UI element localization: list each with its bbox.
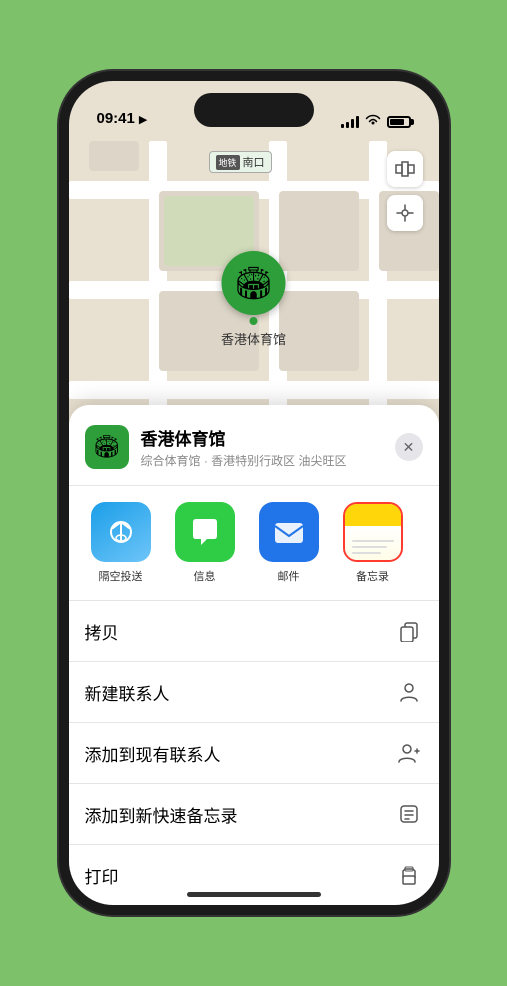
pin-label: 香港体育馆	[221, 329, 286, 348]
place-header: 🏟 香港体育馆 综合体育馆 · 香港特别行政区 油尖旺区 ✕	[69, 405, 439, 486]
memo-icon	[395, 800, 423, 828]
messages-icon	[175, 502, 235, 562]
home-indicator	[187, 892, 321, 897]
copy-icon	[395, 617, 423, 645]
share-item-mail[interactable]: 邮件	[253, 502, 325, 584]
menu-item-new-contact[interactable]: 新建联系人	[69, 662, 439, 723]
person-add-icon	[395, 739, 423, 767]
notes-icon-wrapper	[343, 502, 403, 562]
menu-items: 拷贝 新建联系人 添	[69, 601, 439, 905]
share-row: 隔空投送 信息 邮件	[69, 486, 439, 601]
menu-item-quick-note[interactable]: 添加到新快速备忘录	[69, 784, 439, 845]
menu-item-add-contact[interactable]: 添加到现有联系人	[69, 723, 439, 784]
location-pin: 🏟 香港体育馆	[221, 251, 286, 348]
menu-item-copy[interactable]: 拷贝	[69, 601, 439, 662]
airdrop-icon	[91, 502, 151, 562]
messages-label: 信息	[194, 568, 216, 584]
quick-note-label: 添加到新快速备忘录	[85, 802, 238, 827]
close-button[interactable]: ✕	[395, 433, 423, 461]
pin-dot	[249, 317, 257, 325]
phone-frame: 09:41 ▶	[59, 71, 449, 915]
wifi-icon	[365, 114, 381, 129]
battery-icon	[387, 116, 411, 128]
print-label: 打印	[85, 863, 119, 888]
dynamic-island	[194, 93, 314, 127]
share-item-airdrop[interactable]: 隔空投送	[85, 502, 157, 584]
bottom-sheet: 🏟 香港体育馆 综合体育馆 · 香港特别行政区 油尖旺区 ✕ 隔空投送	[69, 405, 439, 905]
map-station-label: 地铁 南口	[209, 151, 272, 173]
notes-label: 备忘录	[356, 568, 389, 584]
status-time: 09:41	[97, 110, 135, 129]
map-controls	[387, 151, 423, 239]
airdrop-label: 隔空投送	[99, 568, 143, 584]
pin-stadium-icon: 🏟	[233, 264, 274, 302]
location-button[interactable]	[387, 195, 423, 231]
signal-icon	[341, 116, 359, 128]
place-icon: 🏟	[85, 425, 129, 469]
add-contact-label: 添加到现有联系人	[85, 741, 221, 766]
place-subtitle: 综合体育馆 · 香港特别行政区 油尖旺区	[141, 452, 395, 469]
pin-icon: 🏟	[221, 251, 285, 315]
copy-label: 拷贝	[85, 619, 119, 644]
more-icon	[427, 502, 439, 562]
print-icon	[395, 861, 423, 889]
place-name: 香港体育馆	[141, 425, 395, 450]
location-icon: ▶	[139, 113, 147, 126]
share-item-messages[interactable]: 信息	[169, 502, 241, 584]
new-contact-label: 新建联系人	[85, 680, 170, 705]
status-icons	[341, 114, 411, 129]
share-item-more[interactable]: 提	[421, 502, 439, 584]
map-type-button[interactable]	[387, 151, 423, 187]
mail-label: 邮件	[278, 568, 300, 584]
place-info: 香港体育馆 综合体育馆 · 香港特别行政区 油尖旺区	[141, 425, 395, 469]
person-icon	[395, 678, 423, 706]
share-item-notes[interactable]: 备忘录	[337, 502, 409, 584]
mail-icon	[259, 502, 319, 562]
